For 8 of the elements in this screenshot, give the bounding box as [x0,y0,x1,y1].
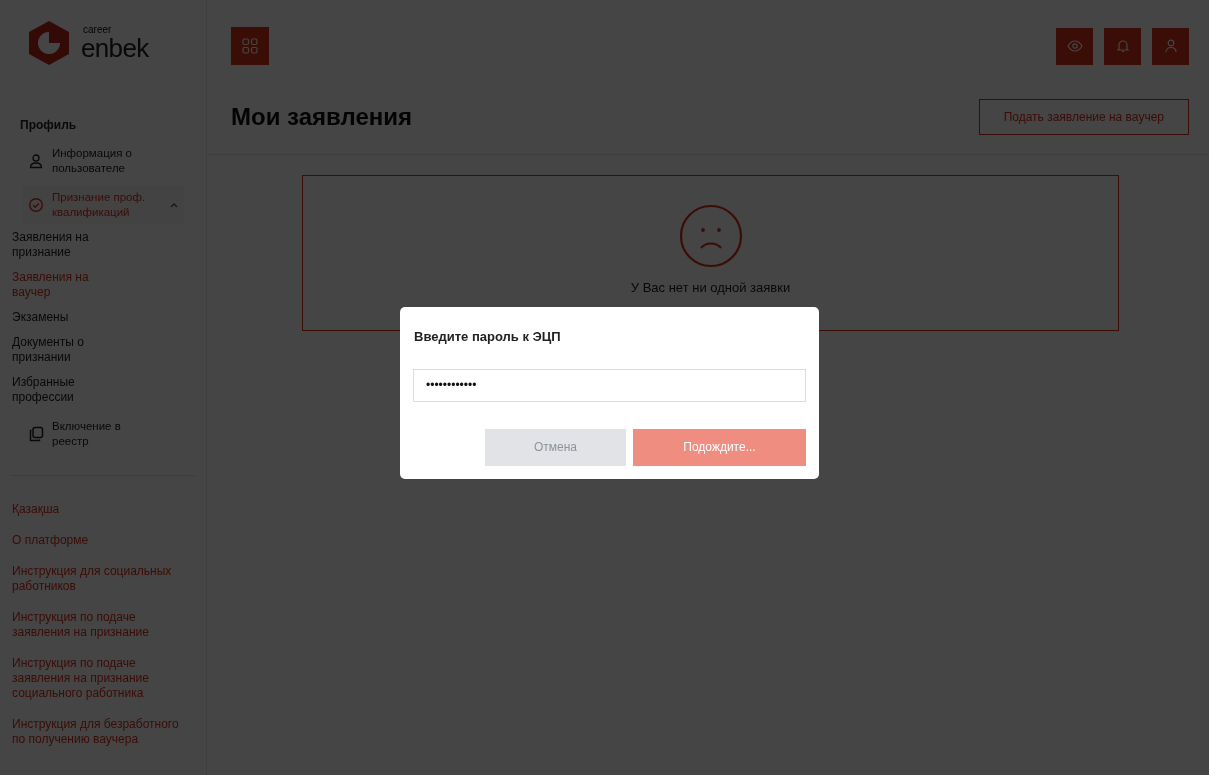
logo-wordmark: enbek [81,35,149,61]
password-field[interactable]: •••••••••••• [413,368,806,402]
footer-link[interactable]: Инструкция для безработного по получению ваучера [12,717,182,747]
section-heading: Профиль [20,117,78,134]
page-title: Мои заявления [231,102,412,132]
empty-message: У Вас нет ни одной заявки [630,279,791,297]
dialog-title: Введите пароль к ЭЦП [414,328,562,346]
logo-caption: career [83,25,113,35]
